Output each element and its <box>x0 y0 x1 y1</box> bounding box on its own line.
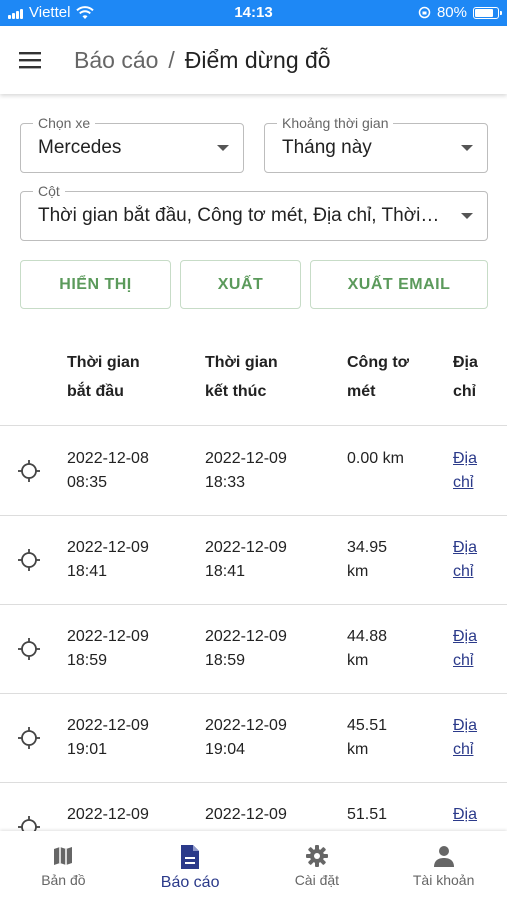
nav-item-settings[interactable]: Cài đặt <box>254 831 381 900</box>
nav-label-reports: Báo cáo <box>160 874 220 891</box>
nav-item-map[interactable]: Bản đồ <box>0 831 127 900</box>
columns-select-label: Cột <box>33 183 65 199</box>
breadcrumb-current: Điểm dừng đỗ <box>184 46 331 73</box>
column-header-odometer[interactable]: Công tơ mét <box>347 348 409 406</box>
locate-icon[interactable] <box>17 726 41 750</box>
map-icon <box>54 847 73 865</box>
odometer-cell: 0.00 km <box>347 450 404 467</box>
nav-item-account[interactable]: Tài khoản <box>380 831 507 900</box>
columns-select-value: Thời gian bắt đầu, Công tơ mét, Địa chỉ,… <box>38 205 440 226</box>
end-time-cell: 2022-12-09 18:33 <box>205 450 287 491</box>
locate-icon[interactable] <box>17 459 41 483</box>
user-icon <box>433 846 454 867</box>
start-time-cell: 2022-12-09 19:01 <box>67 717 149 758</box>
start-time-cell: 2022-12-09 18:41 <box>67 539 149 580</box>
columns-select[interactable]: Cột Thời gian bắt đầu, Công tơ mét, Địa … <box>20 183 488 241</box>
address-link[interactable]: Địa chỉ <box>453 714 477 762</box>
status-bar: Viettel 14:13 80% <box>0 0 507 26</box>
odometer-cell: 34.95 km <box>347 539 388 580</box>
page-title: Báo cáo / Điểm dừng đỗ <box>74 47 331 74</box>
locate-icon[interactable] <box>17 548 41 572</box>
end-time-cell: 2022-12-09 18:41 <box>205 539 287 580</box>
column-header-address[interactable]: Địa chỉ <box>453 348 478 406</box>
odometer-cell: 51.51 <box>347 806 388 823</box>
start-time-cell: 2022-12-08 08:35 <box>67 450 149 491</box>
table-row[interactable]: 2022-12-09 18:41 2022-12-09 18:41 34.95 km Địa… <box>0 516 507 605</box>
period-select-label: Khoảng thời gian <box>277 115 394 131</box>
table-row[interactable]: 2022-12-09 18:59 2022-12-09 18:59 44.88 km Địa… <box>0 605 507 694</box>
vehicle-select[interactable]: Chọn xe Mercedes <box>20 115 244 173</box>
end-time-cell: 2022-12-09 <box>205 806 287 823</box>
locate-icon[interactable] <box>17 637 41 661</box>
rotation-lock-icon <box>418 6 431 19</box>
nav-label-map: Bản đồ <box>41 872 86 888</box>
vehicle-select-label: Chọn xe <box>33 115 96 131</box>
column-header-end-time[interactable]: Thời gian kết thúc <box>205 348 278 406</box>
end-time-cell: 2022-12-09 18:59 <box>205 628 287 669</box>
nav-label-account: Tài khoản <box>412 872 475 888</box>
end-time-cell: 2022-12-09 19:04 <box>205 717 287 758</box>
start-time-cell: 2022-12-09 <box>67 806 149 823</box>
nav-item-reports[interactable]: Báo cáo <box>127 831 254 900</box>
address-link[interactable]: Địa chỉ <box>453 447 477 495</box>
export-email-button[interactable]: XUẤT EMAIL <box>310 260 488 309</box>
battery-percent: 80% <box>436 4 467 21</box>
bottom-nav: Bản đồ Báo cáo Cài đặt Tài khoản <box>0 831 507 900</box>
dropdown-arrow-icon <box>461 145 473 151</box>
address-link[interactable]: Địa chỉ <box>453 536 477 584</box>
breadcrumb-separator: / <box>168 46 175 73</box>
gear-icon <box>305 845 328 867</box>
column-header-start-time[interactable]: Thời gian bắt đầu <box>67 348 140 406</box>
period-select[interactable]: Khoảng thời gian Tháng này <box>264 115 488 173</box>
address-link[interactable]: Địa chỉ <box>453 625 477 673</box>
breadcrumb-reports[interactable]: Báo cáo <box>74 47 158 74</box>
table-row[interactable]: 2022-12-09 19:01 2022-12-09 19:04 45.51 km Địa… <box>0 694 507 783</box>
table-row[interactable]: 2022-12-08 08:35 2022-12-09 18:33 0.00 km Địa… <box>0 427 507 516</box>
nav-label-settings: Cài đặt <box>294 872 340 888</box>
start-time-cell: 2022-12-09 18:59 <box>67 628 149 669</box>
address-link[interactable]: Địa <box>453 803 477 827</box>
vehicle-select-value: Mercedes <box>38 137 122 158</box>
hamburger-icon <box>19 52 41 69</box>
menu-button[interactable] <box>0 26 60 94</box>
document-icon <box>181 845 200 869</box>
show-button[interactable]: HIỂN THỊ <box>20 260 171 309</box>
dropdown-arrow-icon <box>461 213 473 219</box>
table-header: Thời gian bắt đầu Thời gian kết thúc Côn… <box>0 334 507 426</box>
odometer-cell: 44.88 km <box>347 628 388 669</box>
dropdown-arrow-icon <box>217 145 229 151</box>
app-bar: Báo cáo / Điểm dừng đỗ <box>0 26 507 94</box>
battery-icon <box>473 6 502 19</box>
odometer-cell: 45.51 km <box>347 717 388 758</box>
period-select-value: Tháng này <box>282 137 372 158</box>
export-button[interactable]: XUẤT <box>180 260 301 309</box>
